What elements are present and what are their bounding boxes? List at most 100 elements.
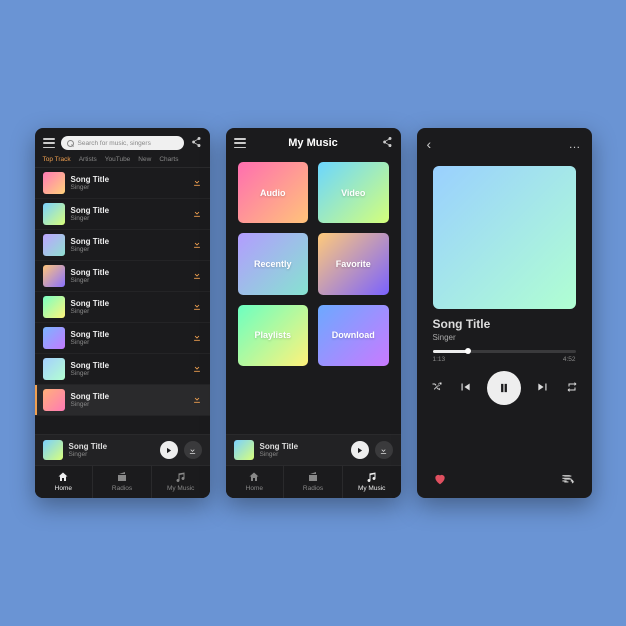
song-row[interactable]: Song TitleSinger — [35, 354, 210, 385]
filter-tabs: Top Track Artists YouTube New Charts — [35, 156, 210, 168]
download-icon[interactable] — [192, 177, 202, 190]
bottom-nav: HomeRadios My Music — [35, 465, 210, 498]
repeat-icon[interactable] — [566, 381, 578, 395]
like-icon[interactable] — [433, 472, 447, 488]
download-button[interactable] — [375, 441, 393, 459]
song-thumb — [43, 296, 65, 318]
mini-text: Song Title Singer — [260, 442, 345, 458]
nav-home[interactable]: Home — [35, 466, 94, 498]
song-title: Song Title — [71, 392, 186, 401]
nav-label: My Music — [167, 485, 194, 492]
bottom-nav: Home Radios My Music — [226, 465, 401, 498]
menu-icon[interactable] — [43, 138, 55, 148]
search-input[interactable]: Search for music, singers — [61, 136, 184, 150]
mini-text: Song Title Singer — [69, 442, 154, 458]
prev-icon[interactable] — [458, 380, 472, 396]
phone-screen-list: Search for music, singers Top Track Arti… — [35, 128, 210, 498]
download-icon[interactable] — [192, 363, 202, 376]
song-thumb — [43, 203, 65, 225]
song-artist: Singer — [71, 339, 186, 346]
player-bottom — [417, 468, 592, 498]
back-icon[interactable]: ‹ — [427, 136, 432, 152]
nav-mymusic[interactable]: My Music — [152, 466, 210, 498]
mini-artist: Singer — [260, 451, 345, 458]
share-icon[interactable] — [190, 136, 202, 150]
nav-label: Radios — [303, 485, 323, 492]
tab-youtube[interactable]: YouTube — [105, 156, 131, 163]
song-row[interactable]: Song TitleSinger — [35, 261, 210, 292]
track-title: Song Title — [433, 317, 576, 331]
song-row[interactable]: Song TitleSinger — [35, 385, 210, 416]
nav-label: My Music — [358, 485, 385, 492]
nav-home[interactable]: Home — [226, 466, 285, 498]
song-thumb — [43, 358, 65, 380]
song-row[interactable]: Song TitleSinger — [35, 199, 210, 230]
menu-icon[interactable] — [234, 138, 246, 148]
tab-top-track[interactable]: Top Track — [43, 156, 71, 163]
song-artist: Singer — [71, 246, 186, 253]
download-button[interactable] — [184, 441, 202, 459]
song-text: Song TitleSinger — [71, 392, 186, 408]
nav-mymusic[interactable]: My Music — [343, 466, 401, 498]
song-thumb — [43, 327, 65, 349]
search-placeholder: Search for music, singers — [78, 140, 151, 147]
song-text: Song TitleSinger — [71, 361, 186, 377]
download-icon[interactable] — [192, 239, 202, 252]
song-thumb — [43, 389, 65, 411]
mini-thumb — [234, 440, 254, 460]
track-info: Song Title Singer — [417, 317, 592, 342]
more-icon[interactable]: … — [569, 137, 582, 151]
download-icon[interactable] — [192, 394, 202, 407]
download-icon[interactable] — [192, 332, 202, 345]
song-thumb — [43, 265, 65, 287]
song-row[interactable]: Song TitleSinger — [35, 323, 210, 354]
player-controls — [417, 363, 592, 413]
song-artist: Singer — [71, 277, 186, 284]
song-text: Song TitleSinger — [71, 330, 186, 346]
play-button[interactable] — [351, 441, 369, 459]
mini-title: Song Title — [69, 442, 154, 451]
category-playlists[interactable]: Playlists — [238, 305, 309, 366]
pause-button[interactable] — [487, 371, 521, 405]
tab-artists[interactable]: Artists — [79, 156, 97, 163]
song-row[interactable]: Song TitleSinger — [35, 230, 210, 261]
next-icon[interactable] — [536, 380, 550, 396]
song-artist: Singer — [71, 370, 186, 377]
category-audio[interactable]: Audio — [238, 162, 309, 223]
mini-artist: Singer — [69, 451, 154, 458]
play-button[interactable] — [160, 441, 178, 459]
song-title: Song Title — [71, 268, 186, 277]
download-icon[interactable] — [192, 301, 202, 314]
category-recently[interactable]: Recently — [238, 233, 309, 294]
download-icon[interactable] — [192, 270, 202, 283]
shuffle-icon[interactable] — [431, 381, 443, 395]
song-text: Song TitleSinger — [71, 268, 186, 284]
phone-screen-player: ‹ … Song Title Singer 1:13 4:52 — [417, 128, 592, 498]
category-video[interactable]: Video — [318, 162, 389, 223]
album-art — [433, 166, 576, 309]
category-favorite[interactable]: Favorite — [318, 233, 389, 294]
nav-radios[interactable]: Radios — [284, 466, 343, 498]
album-art-wrap — [417, 160, 592, 317]
song-title: Song Title — [71, 206, 186, 215]
song-thumb — [43, 172, 65, 194]
progress-bar[interactable]: 1:13 4:52 — [417, 342, 592, 363]
song-artist: Singer — [71, 215, 186, 222]
nav-radios[interactable]: Radios — [93, 466, 152, 498]
category-download[interactable]: Download — [318, 305, 389, 366]
phone-screen-mymusic: My Music AudioVideoRecentlyFavoritePlayl… — [226, 128, 401, 498]
song-artist: Singer — [71, 308, 186, 315]
song-row[interactable]: Song TitleSinger — [35, 292, 210, 323]
song-list[interactable]: Song TitleSingerSong TitleSingerSong Tit… — [35, 168, 210, 434]
download-icon[interactable] — [192, 208, 202, 221]
mini-player[interactable]: Song Title Singer — [226, 434, 401, 465]
song-thumb — [43, 234, 65, 256]
song-text: Song TitleSinger — [71, 175, 186, 191]
playlist-icon[interactable] — [562, 472, 576, 488]
tab-charts[interactable]: Charts — [159, 156, 178, 163]
song-title: Song Title — [71, 361, 186, 370]
share-icon[interactable] — [381, 136, 393, 150]
mini-player[interactable]: Song Title Singer — [35, 434, 210, 465]
song-row[interactable]: Song TitleSinger — [35, 168, 210, 199]
tab-new[interactable]: New — [138, 156, 151, 163]
